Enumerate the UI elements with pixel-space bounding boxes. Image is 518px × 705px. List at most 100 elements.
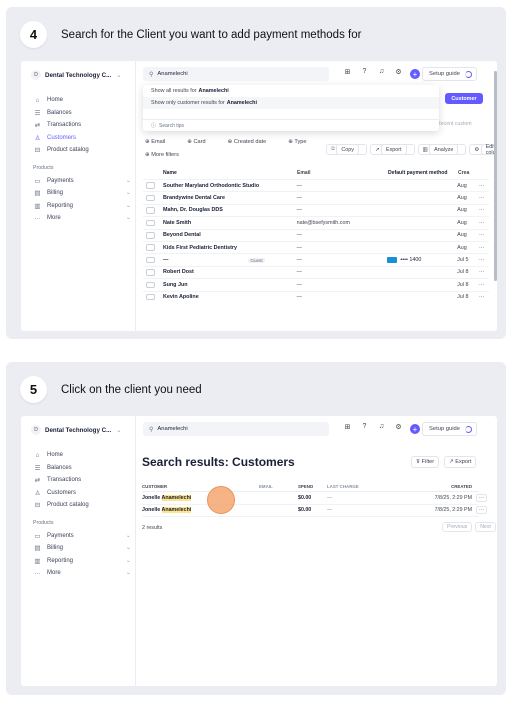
filter-created-date[interactable]: ⊕ Created date [228, 139, 278, 145]
column-header[interactable]: Email [297, 170, 388, 176]
sidebar-item-product-catalog[interactable]: ⊟ Product catalog [33, 144, 89, 157]
row-menu-icon[interactable]: ··· [479, 282, 489, 288]
filter-card[interactable]: ⊕ Card [187, 139, 216, 145]
sidebar-item-reporting[interactable]: ▥ Reporting ⌄ [33, 200, 130, 213]
table-row[interactable]: — Guest — •••• 1400 Jul 5 ··· [143, 253, 489, 265]
row-menu-icon[interactable]: ··· [479, 294, 489, 300]
row-checkbox[interactable] [146, 281, 155, 289]
gear-icon[interactable]: ⚙ [390, 423, 407, 434]
sidebar-item-more[interactable]: ··· More ⌄ [33, 212, 130, 225]
table-row[interactable]: Jonelle Anamelechi $0.00 — 7/8/25, 2:29 … [142, 505, 487, 517]
row-checkbox[interactable] [146, 256, 155, 264]
help-icon[interactable]: ? [356, 423, 373, 434]
table-row[interactable]: Kids First Pediatric Dentistry — Aug ··· [143, 240, 489, 253]
row-checkbox[interactable] [146, 219, 155, 227]
table-row[interactable]: Nate Smith nate@bsefysmith.com Aug ··· [143, 216, 489, 228]
table-row[interactable]: Brandywine Dental Care — Aug ··· [143, 191, 489, 203]
row-menu-icon[interactable]: ··· [479, 269, 489, 275]
column-header[interactable]: SPEND [298, 484, 327, 489]
next-button[interactable]: Next [475, 522, 496, 532]
setup-guide-button[interactable]: Setup guide [422, 67, 477, 81]
sidebar-item-transactions[interactable]: ⇄ Transactions [33, 474, 89, 487]
customer-name[interactable]: Jonelle Anamelechi [142, 507, 259, 514]
dropdown-all-results[interactable]: Show all results for Anamelechi [143, 85, 439, 97]
column-header[interactable]: Crea [458, 170, 480, 176]
row-checkbox[interactable] [146, 244, 155, 251]
row-menu-icon[interactable]: ··· [479, 183, 489, 189]
table-row[interactable]: Robert Dost — Jul 8 ··· [143, 265, 489, 278]
column-header[interactable]: EMAIL [259, 484, 298, 489]
export-button[interactable]: ↗ Export [369, 144, 415, 155]
apps-icon[interactable]: ⊞ [339, 68, 356, 79]
copy-button[interactable]: ⧉ Copy [326, 144, 367, 155]
row-menu-icon[interactable]: ··· [479, 232, 489, 238]
row-menu-icon[interactable]: ··· [476, 506, 487, 515]
sidebar-item-balances[interactable]: ☰ Balances [33, 462, 89, 475]
search-input[interactable]: ⚲ Anamelechi [143, 422, 329, 436]
sidebar-item-transactions[interactable]: ⇄ Transactions [33, 119, 89, 132]
filter-type[interactable]: ⊕ Type [288, 139, 317, 145]
add-customer-button[interactable]: Customer [445, 93, 483, 104]
previous-button[interactable]: Previous [442, 522, 473, 532]
row-menu-icon[interactable]: ··· [479, 220, 489, 226]
column-header[interactable]: CREATED [430, 484, 472, 489]
sidebar-item-balances[interactable]: ☰ Balances [33, 107, 89, 120]
column-header[interactable]: CUSTOMER [142, 484, 259, 489]
sidebar-item-label: Transactions [47, 477, 82, 484]
sidebar-item-reporting[interactable]: ▥ Reporting ⌄ [33, 555, 130, 568]
row-menu-icon[interactable]: ··· [479, 245, 489, 251]
account-switcher[interactable]: D Dental Technology C... ⌄ [31, 425, 121, 435]
gear-icon[interactable]: ⚙ [390, 68, 407, 79]
column-header[interactable]: Default payment method [388, 170, 458, 176]
sidebar-item-more[interactable]: ··· More ⌄ [33, 567, 130, 580]
analyze-button[interactable]: ▥ Analyze [417, 144, 467, 155]
row-checkbox[interactable] [146, 269, 155, 276]
row-menu-icon[interactable]: ··· [479, 207, 489, 213]
sidebar-item-billing[interactable]: ▤ Billing ⌄ [33, 542, 130, 555]
row-checkbox[interactable] [146, 232, 155, 239]
setup-guide-button[interactable]: Setup guide [422, 422, 477, 436]
row-menu-icon[interactable]: ··· [476, 493, 487, 502]
filter-email[interactable]: ⊕ Email [145, 139, 176, 145]
table-row[interactable]: Sung Jun — Jul 8 ··· [143, 278, 489, 290]
table-row[interactable]: Kevin Apoline — Jul 8 ··· [143, 290, 489, 303]
row-checkbox[interactable] [146, 293, 155, 301]
sidebar-item-home[interactable]: ⌂ Home [33, 449, 89, 462]
more-filters-button[interactable]: ⊕ More filters [145, 152, 179, 158]
table-row[interactable]: Jonelle Anamelechi $0.00 — 7/8/25, 2:29 … [142, 492, 487, 505]
table-row[interactable]: Beyond Dental — Aug ··· [143, 228, 489, 241]
sidebar-item-billing[interactable]: ▤ Billing ⌄ [33, 187, 130, 200]
sidebar-item-home[interactable]: ⌂ Home [33, 94, 89, 107]
edit-columns-button[interactable]: ⚙ Edit columns [469, 144, 497, 156]
search-input[interactable]: ⚲ Anamelechi [143, 67, 329, 81]
row-menu-icon[interactable]: ··· [479, 257, 489, 263]
account-switcher[interactable]: D Dental Technology C... ⌄ [31, 70, 121, 80]
table-row[interactable]: Souther Maryland Orthodontic Studio — Aug ·… [143, 179, 489, 191]
help-icon[interactable]: ? [356, 68, 373, 79]
filter-button[interactable]: ⊽ Filter [411, 456, 440, 468]
sidebar-item-payments[interactable]: ▭ Payments ⌄ [33, 175, 130, 188]
row-checkbox[interactable] [146, 182, 155, 189]
sidebar-item-payments[interactable]: ▭ Payments ⌄ [33, 530, 130, 543]
scrollbar[interactable] [494, 71, 497, 281]
create-plus-icon[interactable]: + [410, 69, 420, 79]
apps-icon[interactable]: ⊞ [339, 423, 356, 434]
customer-name[interactable]: Jonelle Anamelechi [142, 494, 259, 501]
create-plus-icon[interactable]: + [410, 424, 420, 434]
column-header[interactable]: LAST CHARGE [327, 484, 430, 489]
bell-icon[interactable]: ♫ [373, 68, 390, 79]
row-checkbox[interactable] [146, 207, 155, 214]
table-row[interactable]: Mahn, Dr. Douglas DDS — Aug ··· [143, 203, 489, 216]
dropdown-customer-results[interactable]: Show only customer results for Anamelechi [143, 97, 439, 109]
customer-created: 7/8/25, 2:29 PM [434, 494, 472, 501]
sidebar-item-product-catalog[interactable]: ⊟ Product catalog [33, 499, 89, 512]
row-checkbox[interactable] [146, 194, 155, 202]
row-menu-icon[interactable]: ··· [479, 195, 489, 201]
export-button[interactable]: ↗ Export [444, 456, 477, 468]
column-header[interactable]: Name [163, 170, 297, 176]
search-tips-label: Search tips [159, 122, 185, 129]
sidebar-item-customers[interactable]: ♙ Customers [33, 487, 89, 500]
sidebar-item-customers[interactable]: ♙ Customers [33, 132, 89, 145]
bell-icon[interactable]: ♫ [373, 423, 390, 434]
search-tips-link[interactable]: ⓘ Search tips [143, 119, 439, 131]
